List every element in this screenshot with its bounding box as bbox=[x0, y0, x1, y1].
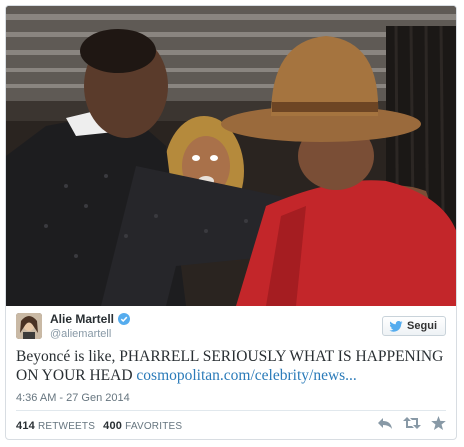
favorites-label: FAVORITES bbox=[125, 421, 183, 432]
author-display-name[interactable]: Alie Martell bbox=[50, 312, 114, 326]
retweets-count: 414 bbox=[16, 420, 35, 432]
retweets-stat[interactable]: 414 RETWEETS bbox=[16, 420, 95, 432]
follow-button-label: Segui bbox=[407, 320, 437, 332]
embedded-tweet-card: Alie Martell @aliemartell Segui Beyoncé … bbox=[5, 5, 457, 440]
divider bbox=[16, 410, 446, 411]
verified-badge-icon bbox=[118, 313, 131, 325]
favorites-stat[interactable]: 400 FAVORITES bbox=[103, 420, 182, 432]
author-avatar[interactable] bbox=[16, 313, 42, 339]
tweet-text: Beyoncé is like, PHARRELL SERIOUSLY WHAT… bbox=[16, 347, 446, 385]
tweet-timestamp[interactable]: 4:36 AM - 27 Gen 2014 bbox=[16, 392, 130, 404]
follow-button[interactable]: Segui bbox=[382, 316, 446, 336]
tweet-actions bbox=[367, 416, 446, 430]
twitter-bird-icon bbox=[389, 320, 403, 332]
reply-icon[interactable] bbox=[377, 416, 393, 430]
star-icon[interactable] bbox=[431, 416, 446, 430]
retweet-icon[interactable] bbox=[403, 416, 421, 430]
tweet-photo[interactable] bbox=[6, 6, 456, 306]
favorites-count: 400 bbox=[103, 420, 123, 432]
tweet-author[interactable]: Alie Martell @aliemartell bbox=[16, 312, 131, 340]
author-handle[interactable]: @aliemartell bbox=[50, 328, 130, 340]
retweets-label: RETWEETS bbox=[37, 421, 96, 432]
tweet-stats: 414 RETWEETS 400 FAVORITES bbox=[16, 420, 190, 432]
tweet-link[interactable]: cosmopolitan.com/celebrity/news... bbox=[136, 367, 356, 384]
